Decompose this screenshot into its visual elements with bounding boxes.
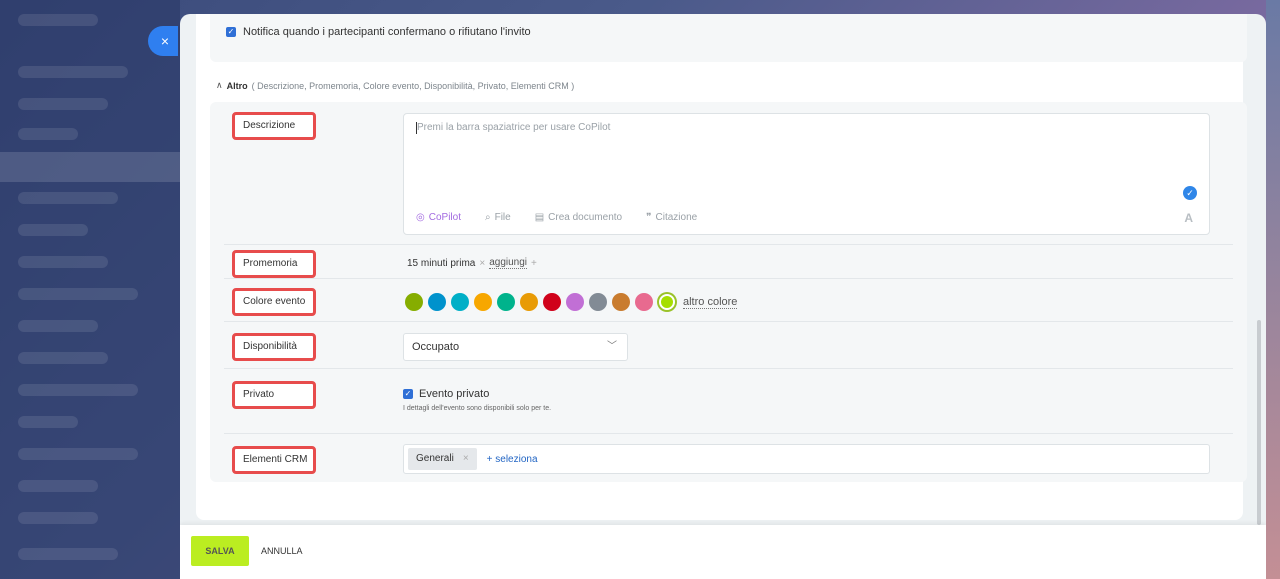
close-slider-button[interactable]: ×	[148, 26, 178, 56]
row-divider	[224, 321, 1233, 322]
background-menu-item	[18, 66, 128, 78]
background-menu-item	[18, 480, 98, 492]
crm-elements-field[interactable]: Generali × + seleziona	[403, 444, 1210, 474]
background-sidebar	[0, 0, 180, 579]
crm-tag-label: Generali	[416, 453, 454, 464]
color-picker: altro colore	[405, 293, 738, 311]
create-document-button[interactable]: ▤ Crea documento	[535, 212, 622, 223]
private-field: ✓ Evento privato I dettagli dell'evento …	[403, 388, 551, 412]
background-right-edge	[1266, 0, 1280, 579]
notify-checkbox[interactable]: ✓	[226, 27, 236, 37]
background-menu-item	[18, 352, 108, 364]
field-label-privato: Privato	[232, 381, 316, 409]
availability-select[interactable]: Occupato ﹀	[403, 333, 628, 361]
field-label-descrizione: Descrizione	[232, 112, 316, 140]
reminder-field: 15 minuti prima × aggiungi +	[407, 257, 537, 269]
form-footer: SALVA ANNULLA	[180, 525, 1266, 579]
background-menu-item	[18, 224, 88, 236]
color-swatch[interactable]	[405, 293, 423, 311]
color-swatch[interactable]	[635, 293, 653, 311]
color-swatch[interactable]	[474, 293, 492, 311]
background-menu-item	[18, 512, 98, 524]
crm-tag: Generali ×	[408, 448, 477, 470]
cancel-button[interactable]: ANNULLA	[261, 536, 303, 566]
file-label: File	[494, 212, 511, 223]
field-label-colore-evento: Colore evento	[232, 288, 316, 316]
color-swatch[interactable]	[497, 293, 515, 311]
private-hint: I dettagli dell'evento sono disponibili …	[403, 405, 552, 412]
document-icon: ▤	[534, 212, 545, 223]
background-menu-item	[18, 256, 108, 268]
color-swatch[interactable]	[428, 293, 446, 311]
color-swatch[interactable]	[520, 293, 538, 311]
copilot-button[interactable]: ◎ CoPilot	[416, 212, 461, 223]
background-logo	[18, 14, 98, 26]
color-swatch[interactable]	[543, 293, 561, 311]
background-menu-item-active	[0, 152, 180, 182]
private-option[interactable]: ✓ Evento privato	[403, 388, 551, 400]
altro-section-toggle[interactable]: ∧ Altro ( Descrizione, Promemoria, Color…	[216, 80, 574, 91]
field-label-elementi-crm: Elementi CRM	[232, 446, 316, 474]
attach-file-button[interactable]: ⌕ File	[485, 212, 511, 223]
copilot-icon: ◎	[416, 212, 425, 223]
description-editor[interactable]: Premi la barra spaziatrice per usare CoP…	[403, 113, 1210, 235]
altro-summary: ( Descrizione, Promemoria, Colore evento…	[251, 80, 575, 91]
background-menu-item	[18, 288, 138, 300]
background-menu-item	[18, 416, 78, 428]
notify-option[interactable]: ✓ Notifica quando i partecipanti conferm…	[226, 26, 531, 38]
private-checkbox-label: Evento privato	[419, 388, 490, 400]
event-edit-slider: ✓ Notifica quando i partecipanti conferm…	[180, 14, 1266, 579]
paperclip-icon: ⌕	[484, 212, 491, 223]
quote-label: Citazione	[655, 212, 698, 223]
reminder-value: 15 minuti prima	[407, 257, 476, 269]
color-swatch[interactable]	[451, 293, 469, 311]
close-icon: ×	[160, 33, 170, 49]
editor-toolbar: ◎ CoPilot ⌕ File ▤ Crea documento ❞ Cita…	[416, 212, 697, 223]
color-swatch[interactable]	[566, 293, 584, 311]
background-menu-item	[18, 448, 138, 460]
field-label-promemoria: Promemoria	[232, 250, 316, 278]
private-checkbox[interactable]: ✓	[403, 389, 413, 399]
create-document-label: Crea documento	[548, 212, 623, 223]
background-menu-item	[18, 192, 118, 204]
remove-tag-icon[interactable]: ×	[463, 448, 469, 470]
remove-reminder-icon[interactable]: ×	[479, 258, 485, 269]
color-swatch[interactable]	[589, 293, 607, 311]
background-menu-item	[18, 548, 118, 560]
chevron-down-icon: ﹀	[607, 341, 617, 352]
background-menu-item	[18, 128, 78, 140]
chevron-up-icon: ∧	[216, 80, 223, 90]
background-menu-item	[18, 98, 108, 110]
plus-icon[interactable]: +	[531, 258, 537, 269]
add-reminder-link[interactable]: aggiungi	[489, 257, 528, 269]
altro-title: Altro	[226, 80, 248, 91]
field-label-disponibilita: Disponibilità	[232, 333, 316, 361]
row-divider	[224, 368, 1233, 369]
copilot-label: CoPilot	[428, 212, 461, 223]
description-placeholder: Premi la barra spaziatrice per usare CoP…	[417, 122, 611, 133]
save-button[interactable]: SALVA	[191, 536, 249, 566]
row-divider	[224, 244, 1233, 245]
notify-section: ✓ Notifica quando i partecipanti conferm…	[210, 14, 1247, 62]
check-icon: ✓	[1183, 186, 1197, 200]
background-menu-item	[18, 320, 98, 332]
scrollbar[interactable]	[1257, 320, 1261, 525]
availability-value: Occupato	[412, 341, 460, 353]
row-divider	[224, 278, 1233, 279]
quote-button[interactable]: ❞ Citazione	[646, 212, 697, 223]
row-divider	[224, 433, 1233, 434]
color-swatch[interactable]	[659, 294, 675, 310]
notify-label: Notifica quando i partecipanti conferman…	[243, 26, 531, 38]
color-swatch[interactable]	[612, 293, 630, 311]
more-colors-link[interactable]: altro colore	[683, 296, 738, 309]
quote-icon: ❞	[646, 212, 652, 223]
text-format-icon[interactable]: A	[1184, 211, 1193, 225]
crm-select-link[interactable]: + seleziona	[487, 454, 538, 465]
background-menu-item	[18, 384, 138, 396]
event-form-card: ✓ Notifica quando i partecipanti conferm…	[196, 14, 1247, 520]
